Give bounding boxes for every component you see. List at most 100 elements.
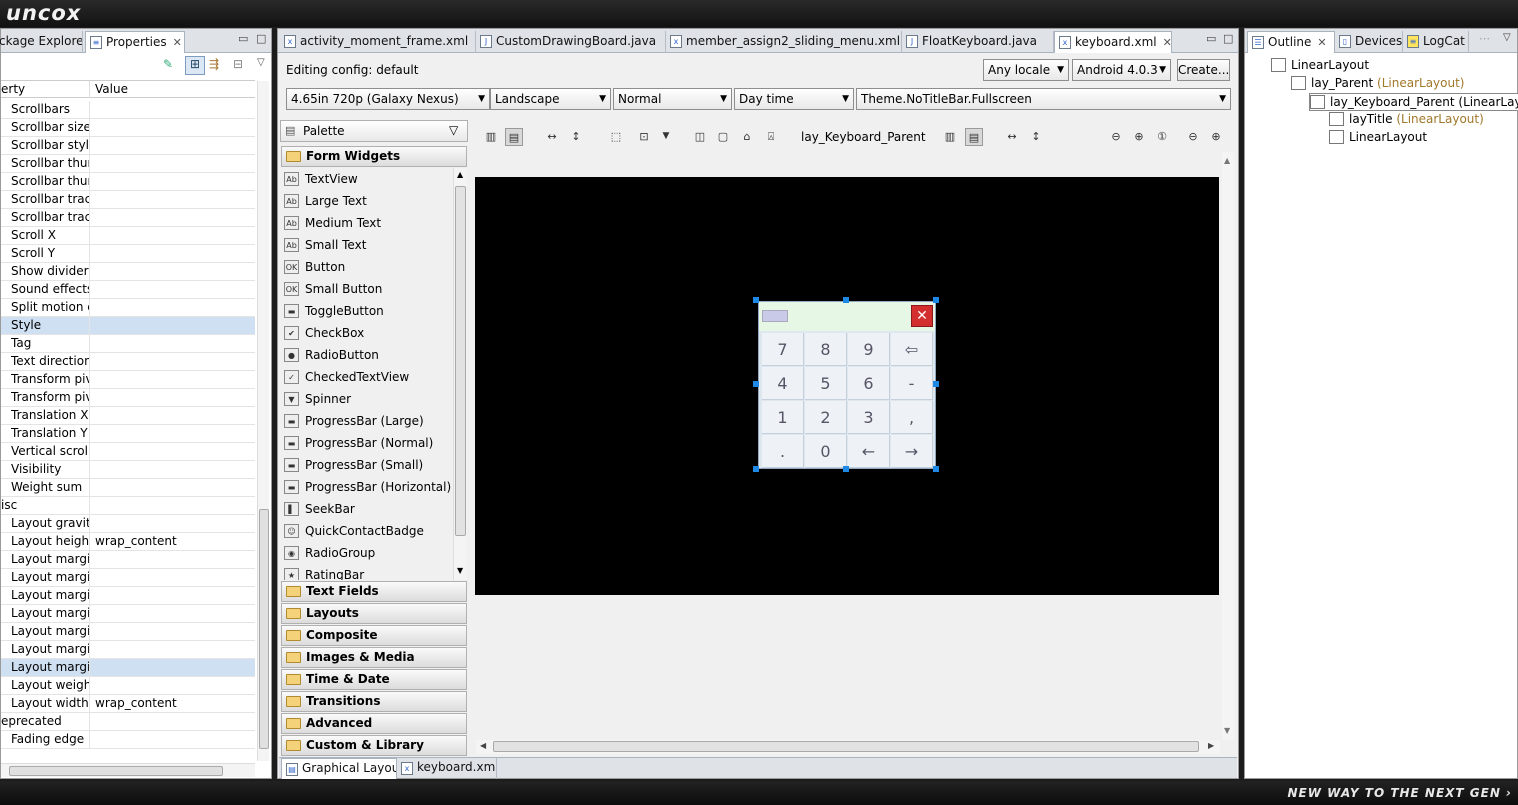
close-icon[interactable]: ✕ xyxy=(911,305,933,327)
palette-item[interactable]: Ab Medium Text xyxy=(282,212,452,234)
property-row[interactable]: Scrollbar style xyxy=(1,137,255,155)
property-row[interactable]: Layout margin xyxy=(1,641,255,659)
palette-category[interactable]: Layouts xyxy=(281,603,467,624)
zoom-in-icon[interactable]: ⊕ xyxy=(1207,128,1225,146)
palette-header[interactable]: ▤ Palette ▽ xyxy=(280,120,468,142)
property-value[interactable] xyxy=(89,677,255,694)
keyboard-key[interactable]: 8 xyxy=(805,333,847,366)
palette-category-form-widgets[interactable]: Form Widgets xyxy=(281,146,467,167)
keyboard-key[interactable]: 6 xyxy=(848,367,890,400)
property-row[interactable]: Scroll X xyxy=(1,227,255,245)
palette-item[interactable]: Ab Small Text xyxy=(282,234,452,256)
keyboard-title-bar[interactable]: ✕ xyxy=(759,302,935,331)
property-value[interactable] xyxy=(89,371,255,388)
property-value[interactable] xyxy=(89,281,255,298)
orientation-select[interactable]: Landscape ▼ xyxy=(490,88,611,110)
keyboard-key[interactable]: 4 xyxy=(762,367,804,400)
keyboard-key[interactable]: 0 xyxy=(805,435,847,468)
palette-item[interactable]: ✓ CheckedTextView xyxy=(282,366,452,388)
keyboard-key[interactable]: - xyxy=(891,367,933,400)
maximize-icon[interactable]: □ xyxy=(1223,32,1233,45)
layout-horizontal-icon[interactable]: ▥ xyxy=(941,128,959,146)
selection-handle[interactable] xyxy=(753,381,759,387)
palette-item[interactable]: ☺ QuickContactBadge xyxy=(282,520,452,542)
property-row[interactable]: Layout weight xyxy=(1,677,255,695)
scroll-down-icon[interactable]: ▼ xyxy=(457,566,463,575)
canvas-hscrollbar[interactable]: ◀ ▶ xyxy=(476,740,1220,754)
outline-node[interactable]: lay_Keyboard_Parent (LinearLayout) xyxy=(1309,93,1518,111)
scroll-up-icon[interactable]: ▲ xyxy=(1224,156,1230,165)
property-row[interactable]: Scrollbar thum xyxy=(1,155,255,173)
maximize-icon[interactable]: □ xyxy=(256,32,266,45)
layout-vertical-icon[interactable]: ▤ xyxy=(505,128,523,146)
minimize-icon[interactable]: ▭ xyxy=(238,32,248,45)
selection-handle[interactable] xyxy=(843,297,849,303)
close-icon[interactable]: ✕ xyxy=(1163,36,1171,49)
property-value[interactable] xyxy=(89,515,255,532)
fill-width-icon[interactable]: ↔ xyxy=(543,128,561,146)
chevron-down-icon[interactable]: ▽ xyxy=(1503,32,1511,43)
more-views-icon[interactable]: ⋯ xyxy=(1479,32,1490,45)
property-value[interactable] xyxy=(89,119,255,136)
palette-item[interactable]: ★ RatingBar xyxy=(282,564,452,580)
keyboard-key[interactable]: 7 xyxy=(762,333,804,366)
palette-item[interactable]: ✔ CheckBox xyxy=(282,322,452,344)
property-value[interactable] xyxy=(89,443,255,460)
property-row[interactable]: Layout height wrap_content xyxy=(1,533,255,551)
property-row[interactable]: Style xyxy=(1,317,255,335)
fill-width-icon[interactable]: ↔ xyxy=(1003,128,1021,146)
zoom-out-icon[interactable]: ⊖ xyxy=(1184,128,1202,146)
selection-handle[interactable] xyxy=(753,466,759,472)
float-keyboard[interactable]: ✕ 7 8 9 ⇦ 4 5 6- 1 2 3,. 0 ← → xyxy=(758,301,936,469)
property-row[interactable]: eprecated xyxy=(1,713,255,731)
tab-outline[interactable]: ☰ Outline ✕ xyxy=(1247,31,1335,53)
property-row[interactable]: Layout width wrap_content xyxy=(1,695,255,713)
palette-item[interactable]: Ab Large Text xyxy=(282,190,452,212)
property-value[interactable] xyxy=(89,659,255,676)
property-value[interactable] xyxy=(89,623,255,640)
property-value[interactable] xyxy=(89,407,255,424)
selection-handle[interactable] xyxy=(753,297,759,303)
zoom-fit-icon[interactable]: ⊖ xyxy=(1107,128,1125,146)
fill-height-icon[interactable]: ↕ xyxy=(567,128,585,146)
palette-category[interactable]: Time & Date xyxy=(281,669,467,690)
property-row[interactable]: Translation Y xyxy=(1,425,255,443)
property-value[interactable] xyxy=(89,605,255,622)
scroll-down-icon[interactable]: ▼ xyxy=(1224,726,1230,735)
tab-logcat[interactable]: ≡ LogCat xyxy=(1403,31,1469,53)
property-value[interactable] xyxy=(89,569,255,586)
property-row[interactable]: Tag xyxy=(1,335,255,353)
scrollbar-thumb[interactable] xyxy=(455,186,466,536)
scrollbar-thumb[interactable] xyxy=(493,741,1199,752)
keyboard-key[interactable]: 5 xyxy=(805,367,847,400)
property-row[interactable]: Layout gravity xyxy=(1,515,255,533)
palette-item[interactable]: ▼ Spinner xyxy=(282,388,452,410)
fill-height-icon[interactable]: ↕ xyxy=(1027,128,1045,146)
property-row[interactable]: Text direction xyxy=(1,353,255,371)
property-row[interactable]: Scrollbar track xyxy=(1,209,255,227)
tab-xml-source[interactable]: x keyboard.xml xyxy=(397,758,497,779)
collapse-icon[interactable]: ⊟ xyxy=(233,57,243,71)
palette-item[interactable]: ▬ ProgressBar (Normal) xyxy=(282,432,452,454)
property-row[interactable]: Visibility xyxy=(1,461,255,479)
palette-item[interactable]: ▌ SeekBar xyxy=(282,498,452,520)
selection-handle[interactable] xyxy=(933,466,939,472)
property-value[interactable] xyxy=(89,479,255,496)
zoom-real-icon[interactable]: ⊕ xyxy=(1130,128,1148,146)
property-row[interactable]: Layout margin xyxy=(1,587,255,605)
property-row[interactable]: Split motion ev xyxy=(1,299,255,317)
property-value[interactable] xyxy=(89,335,255,352)
keyboard-key[interactable]: 3 xyxy=(848,401,890,434)
palette-item[interactable]: ▬ ProgressBar (Horizontal) xyxy=(282,476,452,498)
outline-node[interactable]: lay_Parent (LinearLayout) xyxy=(1291,75,1464,91)
property-value[interactable] xyxy=(89,713,255,730)
keyboard-key[interactable]: ← xyxy=(848,435,890,468)
palette-category[interactable]: Images & Media xyxy=(281,647,467,668)
gravity-dropdown-icon[interactable]: ▼ xyxy=(657,128,675,146)
property-row[interactable]: Vertical scrollb xyxy=(1,443,255,461)
property-row[interactable]: Scrollbars xyxy=(1,101,255,119)
property-value[interactable] xyxy=(89,425,255,442)
property-row[interactable]: Weight sum xyxy=(1,479,255,497)
property-row[interactable]: Layout margin xyxy=(1,605,255,623)
tab-member-assign2[interactable]: x member_assign2_sliding_menu.xml xyxy=(666,31,902,53)
